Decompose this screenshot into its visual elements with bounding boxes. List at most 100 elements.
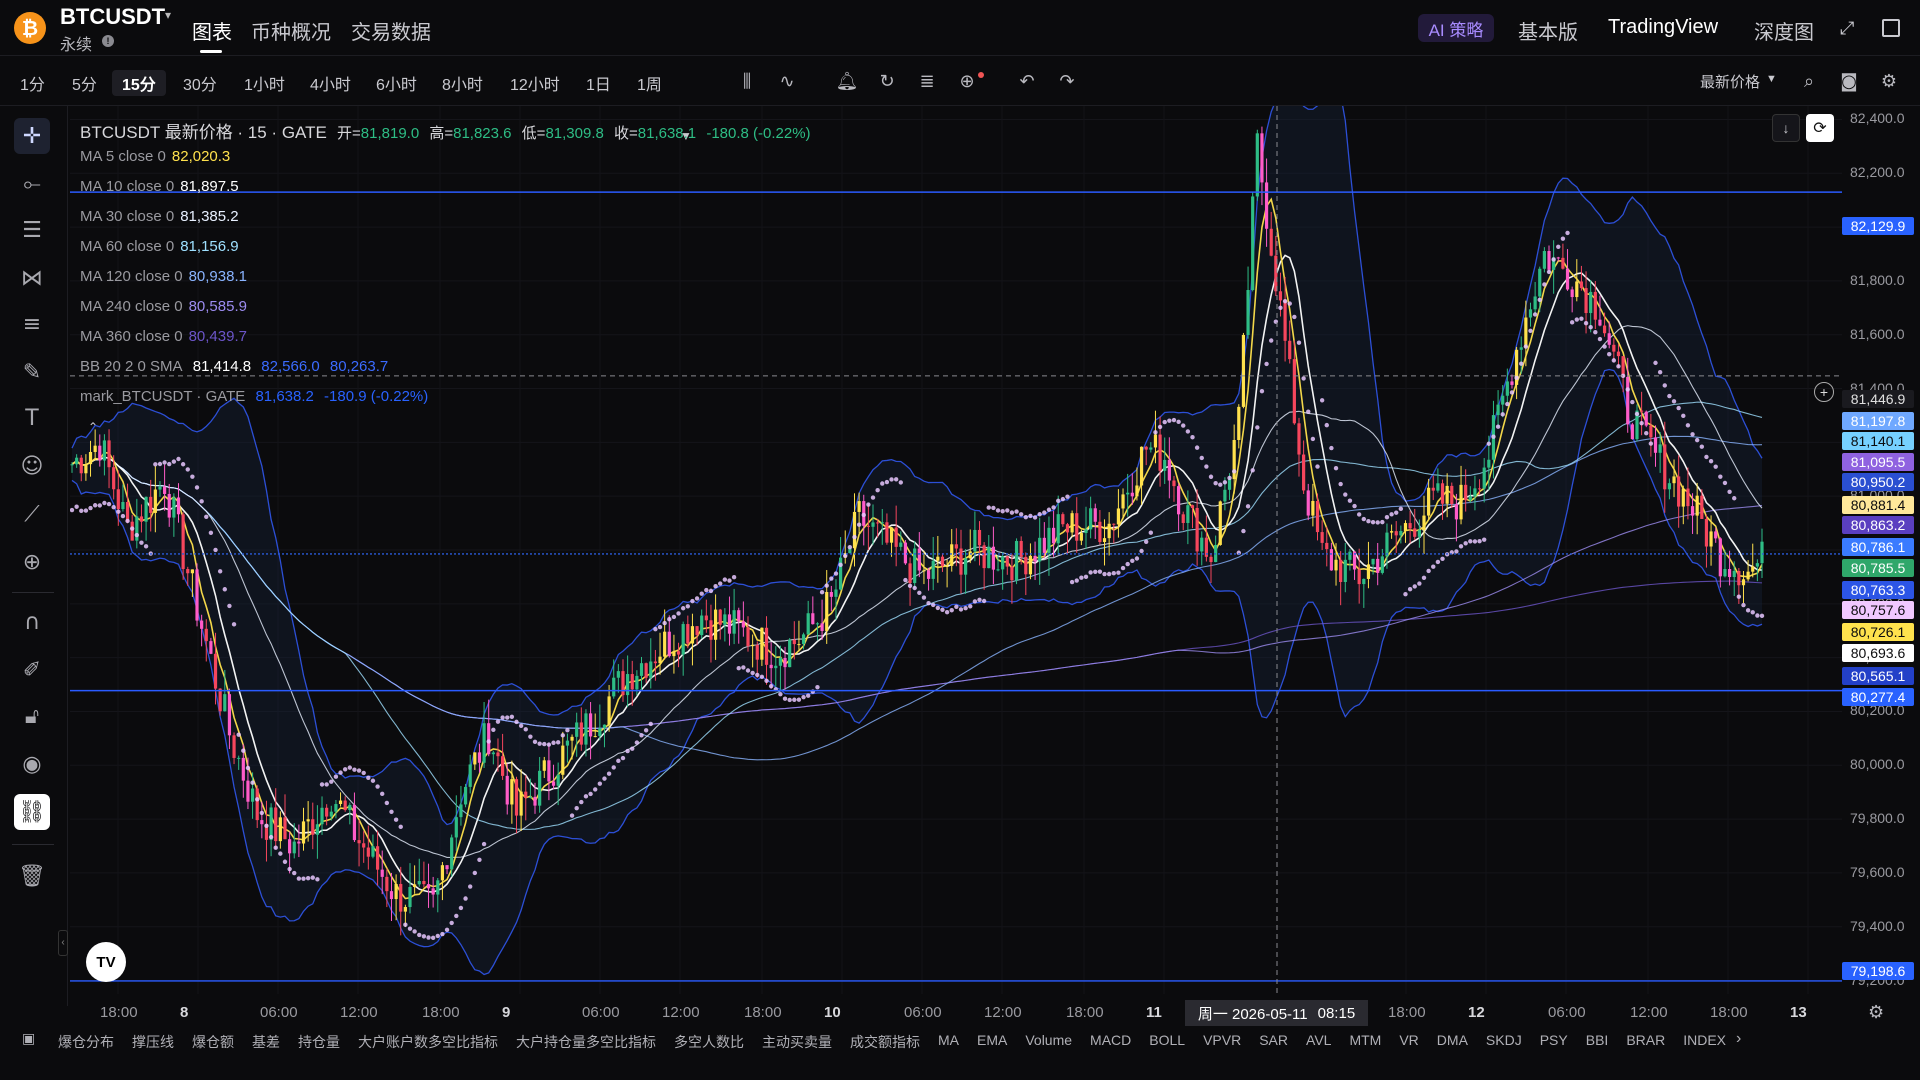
indicator-item[interactable]: VPVR xyxy=(1203,1032,1241,1048)
tab-trading-data[interactable]: 交易数据 xyxy=(351,16,431,45)
ruler-icon[interactable]: ⟋ xyxy=(14,496,50,532)
indicator-item[interactable]: INDEX xyxy=(1683,1032,1726,1048)
interval-12h[interactable]: 12小时 xyxy=(510,70,560,96)
calendar-icon[interactable]: ▣ xyxy=(22,1031,35,1047)
interval-1h[interactable]: 1小时 xyxy=(244,70,285,96)
tab-tradingview[interactable]: TradingView xyxy=(1608,16,1718,39)
replay-icon[interactable]: ↻ xyxy=(876,70,898,92)
trend-line-icon[interactable]: ⟜ xyxy=(14,166,50,202)
interval-4h[interactable]: 4小时 xyxy=(310,70,351,96)
indicator-item[interactable]: 成交额指标 xyxy=(850,1032,920,1052)
collapse-sidebar-icon[interactable]: ‹ xyxy=(58,930,68,956)
candle-body xyxy=(1640,410,1644,412)
lock-drawing-icon[interactable]: ✐ xyxy=(14,652,50,688)
magnet-icon[interactable]: ∩ xyxy=(14,604,50,640)
camera-icon[interactable]: ◙ xyxy=(1838,70,1860,92)
pattern-icon[interactable]: ⋈ xyxy=(14,260,50,296)
emoji-icon[interactable]: ☺ xyxy=(14,448,50,484)
tab-chart[interactable]: 图表 xyxy=(192,16,232,45)
expand-icon[interactable]: ⤢ xyxy=(1840,18,1854,39)
alert-icon[interactable]: 🔔︎ xyxy=(836,70,859,92)
eye-icon[interactable]: ◉ xyxy=(14,746,50,782)
time-axis-settings-icon[interactable]: ⚙ xyxy=(1868,1002,1884,1023)
indicator-item[interactable]: MTM xyxy=(1349,1032,1381,1048)
indicator-item[interactable]: BBI xyxy=(1586,1032,1609,1048)
candle-body xyxy=(1121,494,1125,509)
tradingview-logo[interactable]: TV xyxy=(86,942,126,982)
candle-body xyxy=(1602,325,1607,334)
text-icon[interactable]: T xyxy=(14,400,50,436)
lock-icon[interactable]: 🔓︎ xyxy=(14,698,50,734)
indicator-item[interactable]: 多空人数比 xyxy=(674,1032,744,1052)
redo-icon[interactable]: ↷ xyxy=(1056,70,1078,92)
candle-type-icon[interactable]: ⫼ xyxy=(736,70,758,92)
window-icon[interactable] xyxy=(1882,19,1900,37)
indicator-item[interactable]: VR xyxy=(1399,1032,1418,1048)
indicator-scroll-right-icon[interactable]: › xyxy=(1736,1030,1741,1048)
open-label: 开= xyxy=(337,125,361,142)
tab-overview[interactable]: 币种概况 xyxy=(251,16,331,45)
indicator-item[interactable]: AVL xyxy=(1306,1032,1331,1048)
indicator-item[interactable]: Volume xyxy=(1025,1032,1072,1048)
brush-icon[interactable]: ✎ xyxy=(14,354,50,390)
add-icon[interactable]: ⊕ xyxy=(956,70,978,92)
settings-gear-icon[interactable]: ⚙ xyxy=(1878,70,1900,92)
indicator-item[interactable]: 持仓量 xyxy=(298,1032,340,1052)
horizontal-lines-icon[interactable]: ☰ xyxy=(14,212,50,248)
interval-1w[interactable]: 1周 xyxy=(637,70,662,96)
reset-chart-icon[interactable]: ⟳ xyxy=(1806,114,1834,142)
price-type-select[interactable]: 最新价格 xyxy=(1700,71,1760,92)
indicator-item[interactable]: PSY xyxy=(1540,1032,1568,1048)
link-icon[interactable]: ⛓ xyxy=(14,794,50,830)
interval-1d[interactable]: 1日 xyxy=(586,70,611,96)
candle-body xyxy=(1431,487,1435,491)
price-type-caret-icon[interactable]: ▼ xyxy=(1766,73,1777,85)
indicators-icon[interactable]: ∿ xyxy=(776,70,798,92)
tab-basic[interactable]: 基本版 xyxy=(1518,16,1578,45)
indicator-item[interactable]: 爆仓额 xyxy=(192,1032,234,1052)
template-icon[interactable]: ≣ xyxy=(916,70,938,92)
interval-8h[interactable]: 8小时 xyxy=(442,70,483,96)
indicator-item[interactable]: EMA xyxy=(977,1032,1007,1048)
price-axis-label: 80,000.0 xyxy=(1850,756,1905,773)
tab-depth[interactable]: 深度图 xyxy=(1754,16,1814,45)
sar-dot xyxy=(1329,445,1334,451)
interval-30m[interactable]: 30分 xyxy=(183,70,217,96)
indicator-item[interactable]: MA xyxy=(938,1032,959,1048)
price-chart[interactable] xyxy=(70,106,1842,994)
interval-1m[interactable]: 1分 xyxy=(20,70,45,96)
indicator-item[interactable]: BOLL xyxy=(1149,1032,1185,1048)
indicator-item[interactable]: DMA xyxy=(1437,1032,1468,1048)
symbol-dropdown-icon[interactable]: ▾ xyxy=(165,8,171,22)
indicator-item[interactable]: 基差 xyxy=(252,1032,280,1052)
candle-body xyxy=(440,865,445,881)
indicator-item[interactable]: 大户账户数多空比指标 xyxy=(358,1032,498,1052)
candle-body xyxy=(320,807,324,825)
scroll-to-latest-icon[interactable]: ↓ xyxy=(1772,114,1800,142)
add-price-alert-icon[interactable]: + xyxy=(1814,382,1834,402)
symbol-name[interactable]: BTCUSDT xyxy=(60,4,165,30)
indicator-item[interactable]: 撑压线 xyxy=(132,1032,174,1052)
indicator-item[interactable]: BRAR xyxy=(1626,1032,1665,1048)
candle-body xyxy=(686,624,690,644)
indicator-item[interactable]: SAR xyxy=(1259,1032,1288,1048)
sar-dot xyxy=(1528,328,1533,333)
fib-icon[interactable]: ≡ xyxy=(14,306,50,342)
legend-collapse-icon[interactable]: ⌃ xyxy=(88,420,98,434)
interval-15m[interactable]: 15分 xyxy=(112,70,166,96)
indicator-item[interactable]: MACD xyxy=(1090,1032,1131,1048)
indicator-item[interactable]: 爆仓分布 xyxy=(58,1032,114,1052)
indicator-item[interactable]: 大户持仓量多空比指标 xyxy=(516,1032,656,1052)
search-icon[interactable]: ⌕ xyxy=(1798,70,1820,92)
undo-icon[interactable]: ↶ xyxy=(1016,70,1038,92)
interval-6h[interactable]: 6小时 xyxy=(376,70,417,96)
indicator-item[interactable]: SKDJ xyxy=(1486,1032,1522,1048)
interval-5m[interactable]: 5分 xyxy=(72,70,97,96)
indicator-item[interactable]: 主动买卖量 xyxy=(762,1032,832,1052)
trash-icon[interactable]: 🗑︎ xyxy=(14,858,50,894)
crosshair-icon[interactable]: ✛ xyxy=(14,118,50,154)
ai-strategy-button[interactable]: AI 策略 xyxy=(1418,14,1494,42)
zoom-in-icon[interactable]: ⊕ xyxy=(14,544,50,580)
info-icon[interactable]: ! xyxy=(102,35,114,47)
price-axis-label: 81,800.0 xyxy=(1850,271,1905,288)
